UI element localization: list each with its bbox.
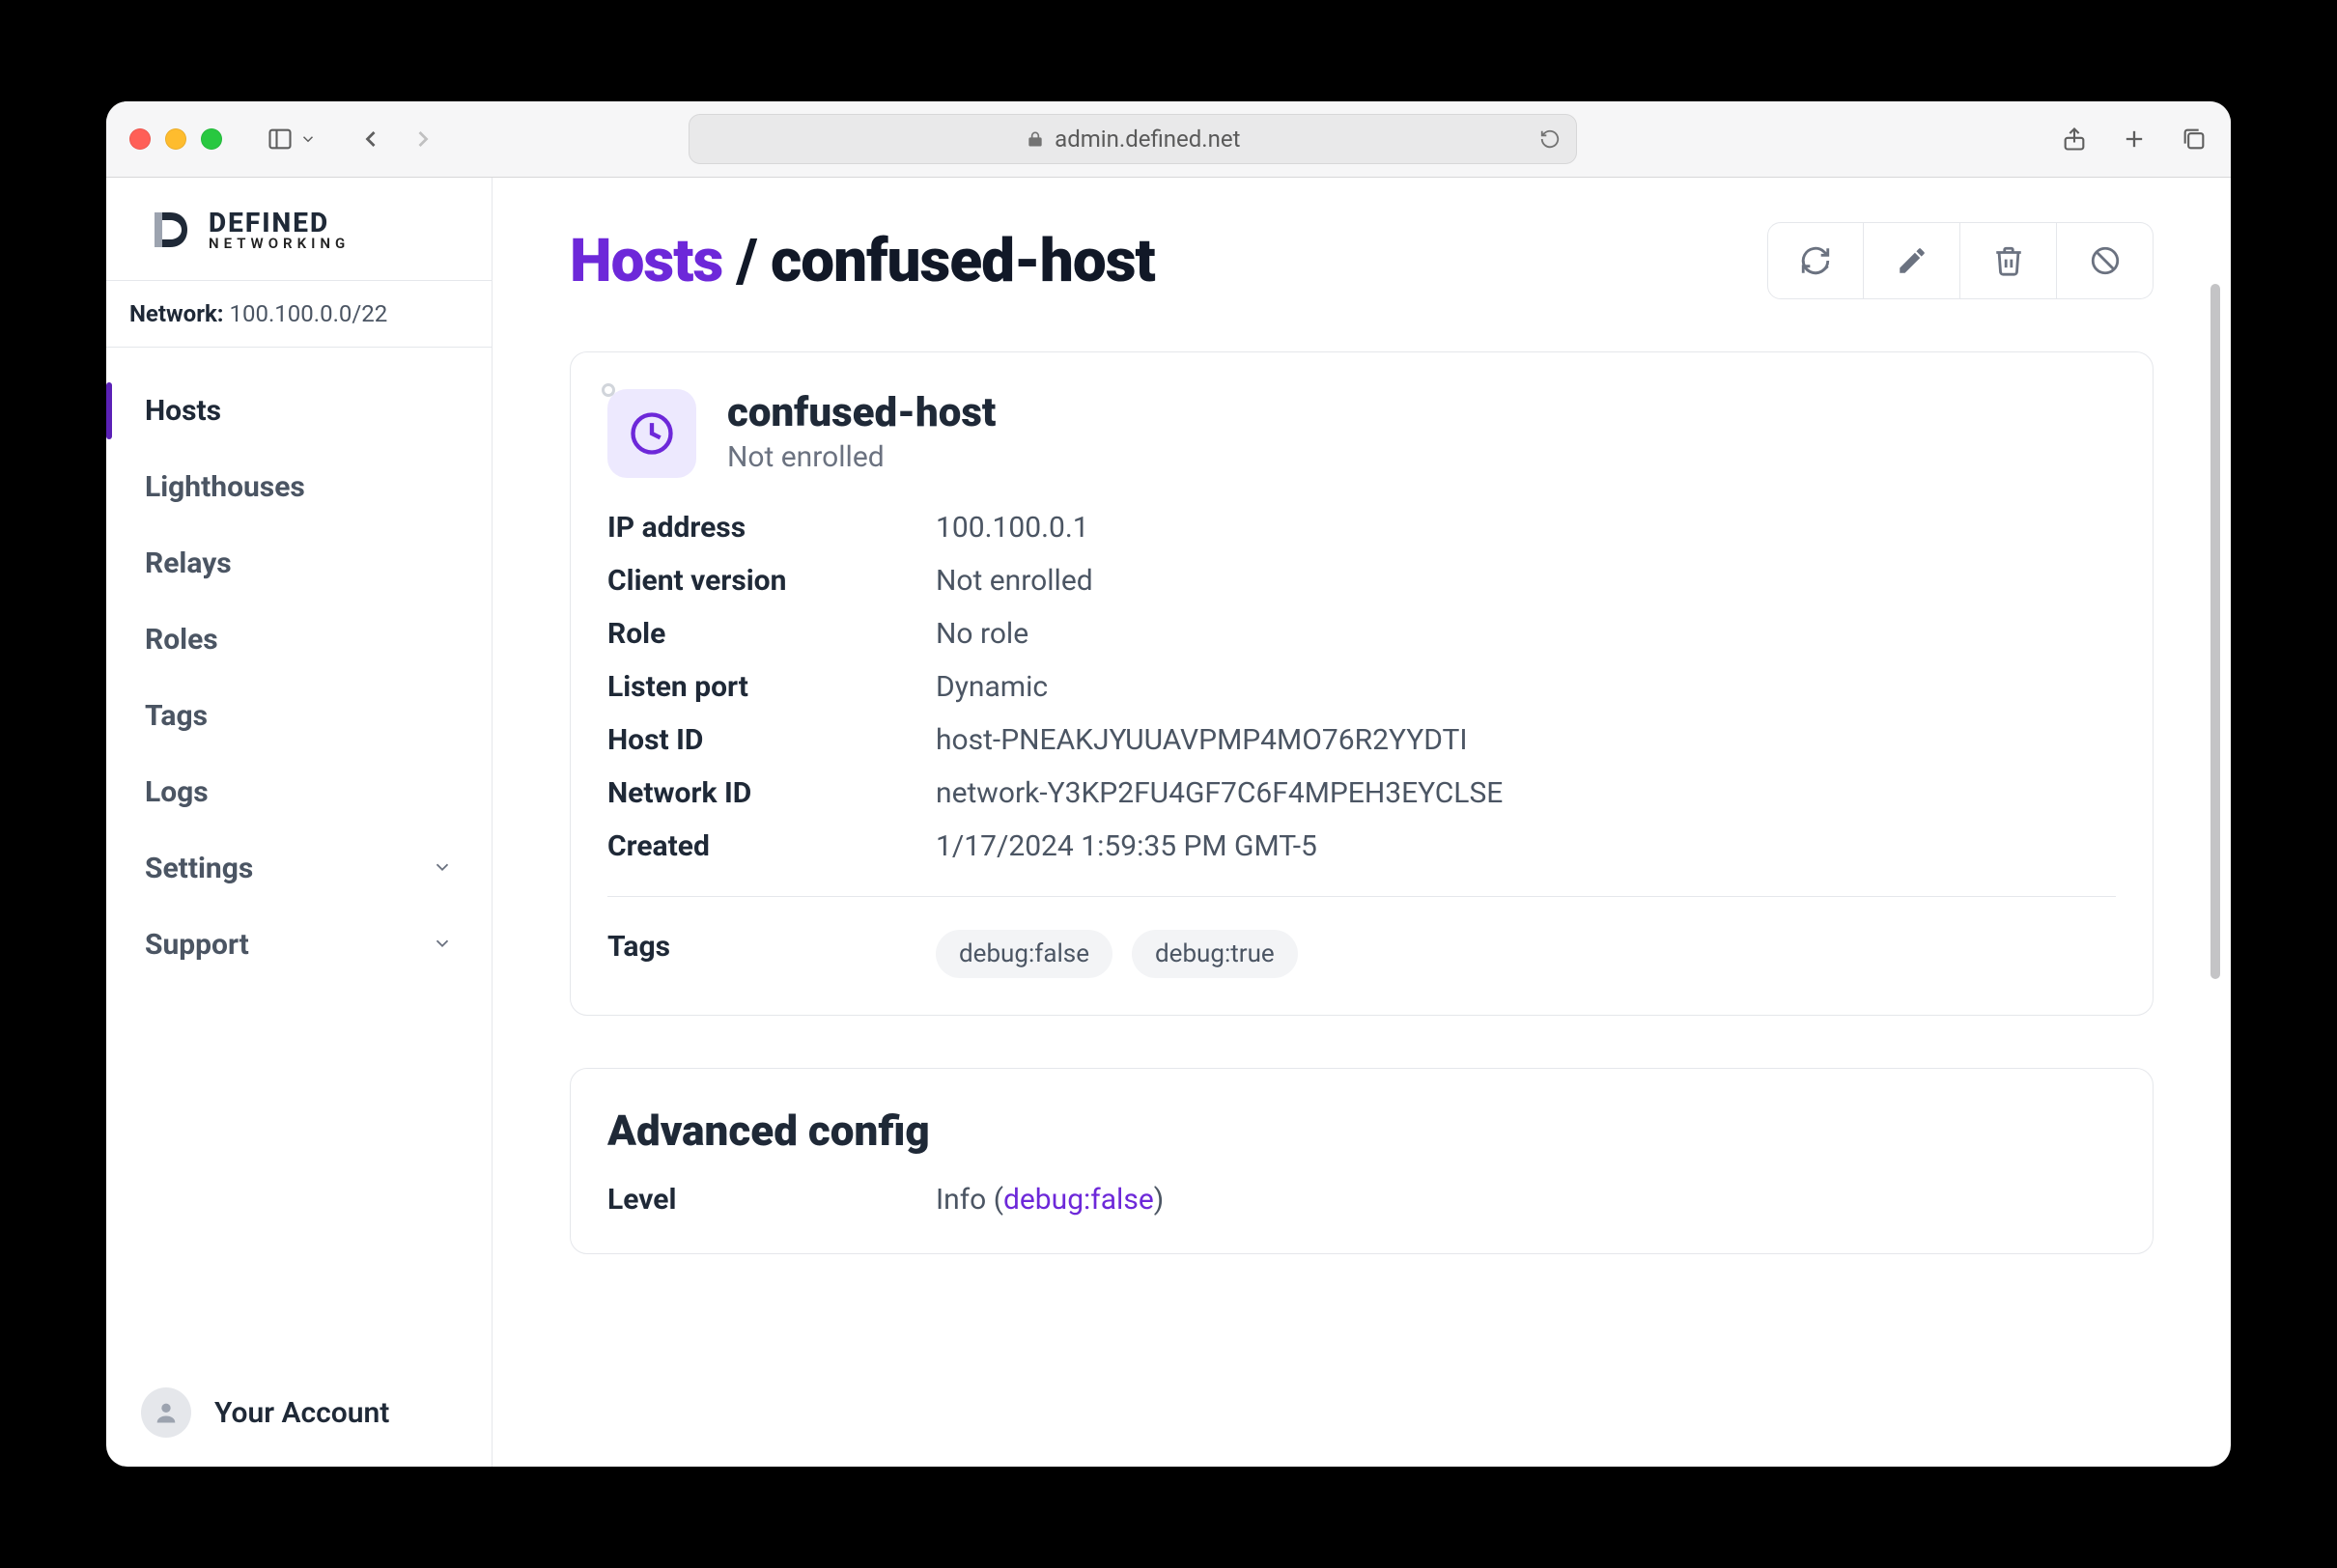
window-controls xyxy=(129,128,222,150)
avatar-icon xyxy=(141,1387,191,1438)
chevron-down-icon xyxy=(432,928,453,962)
address-bar-text: admin.defined.net xyxy=(1055,126,1240,153)
divider xyxy=(607,896,2116,897)
delete-button[interactable] xyxy=(1960,222,2057,299)
sidebar-item-label: Roles xyxy=(145,623,218,657)
app-window: admin.defined.net DEFI xyxy=(106,101,2231,1467)
app-sidebar: DEFINED NETWORKING Network: 100.100.0.0/… xyxy=(106,178,493,1467)
sidebar-item-logs[interactable]: Logs xyxy=(106,754,492,830)
host-card: confused-host Not enrolled IP address100… xyxy=(570,351,2154,1016)
toggle-sidebar-button[interactable] xyxy=(267,126,317,153)
host-status: Not enrolled xyxy=(727,440,996,474)
sidebar-item-label: Tags xyxy=(145,699,208,733)
host-name: confused-host xyxy=(727,389,996,436)
field-label: Host ID xyxy=(607,723,936,757)
advanced-level-value: Info (debug:false) xyxy=(936,1183,2116,1217)
edit-button[interactable] xyxy=(1864,222,1960,299)
tag-chip[interactable]: debug:true xyxy=(1132,930,1298,978)
sidebar-item-label: Logs xyxy=(145,775,209,809)
host-properties: IP address100.100.0.1Client versionNot e… xyxy=(607,511,2116,863)
page-actions xyxy=(1767,222,2154,299)
crumb-leaf: confused-host xyxy=(771,226,1155,296)
tags-label: Tags xyxy=(607,930,936,978)
field-label: Network ID xyxy=(607,776,936,810)
tag-chip[interactable]: debug:false xyxy=(936,930,1112,978)
chevron-down-icon xyxy=(432,852,453,885)
account-switcher[interactable]: Your Account xyxy=(106,1358,492,1467)
sidebar-item-label: Relays xyxy=(145,546,232,580)
sidebar-item-label: Hosts xyxy=(145,394,221,428)
field-value: 100.100.0.1 xyxy=(936,511,2116,545)
advanced-config-card: Advanced config Level Info (debug:false) xyxy=(570,1068,2154,1254)
host-status-icon-wrap xyxy=(607,389,696,478)
field-value: 1/17/2024 1:59:35 PM GMT-5 xyxy=(936,829,2116,863)
brand-name: DEFINED xyxy=(209,210,350,237)
network-label: Network: xyxy=(129,300,224,327)
field-value: No role xyxy=(936,617,2116,651)
crumb-separator: / xyxy=(737,226,757,296)
sidebar-item-label: Lighthouses xyxy=(145,470,305,504)
nav-cluster xyxy=(357,126,436,153)
advanced-level-label: Level xyxy=(607,1183,936,1217)
page-title: Hosts / confused-host xyxy=(570,226,1155,296)
sidebar-item-hosts[interactable]: Hosts xyxy=(106,373,492,449)
field-label: Client version xyxy=(607,564,936,598)
minimize-window-button[interactable] xyxy=(165,128,186,150)
sidebar-item-tags[interactable]: Tags xyxy=(106,678,492,754)
block-button[interactable] xyxy=(2057,222,2154,299)
advanced-heading: Advanced config xyxy=(607,1106,2116,1156)
chevron-down-icon xyxy=(299,130,317,148)
sidebar-item-support[interactable]: Support xyxy=(106,907,492,983)
main-content: Hosts / confused-host xyxy=(493,178,2231,1467)
share-button[interactable] xyxy=(2061,126,2088,153)
clock-icon xyxy=(607,389,696,478)
new-tab-button[interactable] xyxy=(2121,126,2148,153)
field-label: Role xyxy=(607,617,936,651)
forward-button[interactable] xyxy=(409,126,436,153)
field-value: host-PNEAKJYUUAVPMP4MO76R2YYDTI xyxy=(936,723,2116,757)
reload-icon[interactable] xyxy=(1539,128,1561,150)
sidebar-item-label: Support xyxy=(145,928,249,962)
sidebar-nav: Hosts Lighthouses Relays Roles Tags Logs Setti… xyxy=(106,348,492,1358)
tags-row: debug:false debug:true xyxy=(936,930,2116,978)
sidebar-item-roles[interactable]: Roles xyxy=(106,602,492,678)
close-window-button[interactable] xyxy=(129,128,151,150)
brand-logo-icon xyxy=(147,207,193,253)
sidebar-item-label: Settings xyxy=(145,852,253,885)
field-value: Not enrolled xyxy=(936,564,2116,598)
field-label: IP address xyxy=(607,511,936,545)
status-dot-icon xyxy=(602,383,615,397)
field-label: Created xyxy=(607,829,936,863)
address-bar[interactable]: admin.defined.net xyxy=(689,114,1577,164)
back-button[interactable] xyxy=(357,126,384,153)
brand-tagline: NETWORKING xyxy=(209,237,350,251)
sidebar-item-settings[interactable]: Settings xyxy=(106,830,492,907)
advanced-level-link[interactable]: debug:false xyxy=(1003,1183,1154,1217)
refresh-button[interactable] xyxy=(1767,222,1864,299)
field-value: network-Y3KP2FU4GF7C6F4MPEH3EYCLSE xyxy=(936,776,2116,810)
sidebar-icon xyxy=(267,126,294,153)
field-value: Dynamic xyxy=(936,670,2116,704)
brand[interactable]: DEFINED NETWORKING xyxy=(106,178,492,281)
sidebar-item-lighthouses[interactable]: Lighthouses xyxy=(106,449,492,525)
browser-toolbar: admin.defined.net xyxy=(106,101,2231,178)
scrollbar[interactable] xyxy=(2210,284,2220,979)
network-indicator: Network: 100.100.0.0/22 xyxy=(106,281,492,348)
lock-icon xyxy=(1026,129,1045,149)
fullscreen-window-button[interactable] xyxy=(201,128,222,150)
network-cidr: 100.100.0.0/22 xyxy=(230,300,388,327)
field-label: Listen port xyxy=(607,670,936,704)
sidebar-item-relays[interactable]: Relays xyxy=(106,525,492,602)
tabs-overview-button[interactable] xyxy=(2181,126,2208,153)
account-label: Your Account xyxy=(214,1396,389,1430)
crumb-root[interactable]: Hosts xyxy=(570,226,722,296)
